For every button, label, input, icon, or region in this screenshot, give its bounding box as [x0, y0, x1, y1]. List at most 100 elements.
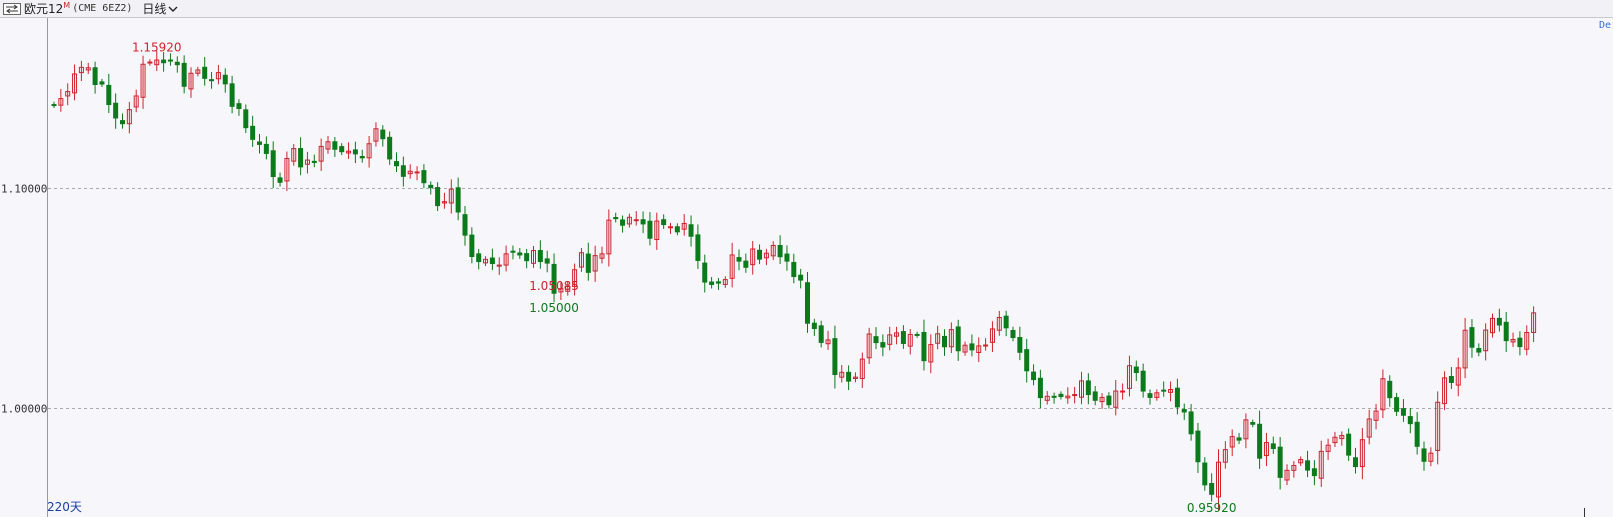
candle: [1058, 391, 1064, 400]
candle: [1222, 441, 1228, 469]
candle-body: [92, 67, 98, 86]
candle-body: [1353, 457, 1358, 468]
candle: [1092, 386, 1098, 406]
y-tick-label: 1.10000: [1, 183, 47, 196]
candle-body: [1133, 366, 1139, 374]
candle-body: [455, 187, 461, 213]
candle-body: [421, 170, 427, 184]
candle: [387, 131, 393, 165]
candle: [428, 181, 434, 195]
candle: [544, 250, 550, 273]
candle-body: [1407, 416, 1413, 425]
candle-body: [270, 150, 276, 178]
candle: [846, 365, 852, 391]
candle-body: [633, 219, 639, 222]
candle: [51, 101, 57, 108]
candle-body: [1188, 411, 1194, 435]
candle: [763, 248, 769, 266]
price-annotation: 1.05085: [529, 279, 579, 293]
candle-body: [757, 249, 763, 260]
candle-body: [1106, 395, 1112, 406]
candle-body: [846, 371, 852, 382]
candle: [291, 144, 297, 166]
candle: [935, 325, 941, 350]
candle: [1524, 325, 1530, 356]
candle: [58, 89, 64, 112]
candle: [859, 352, 865, 388]
candle-body: [743, 260, 749, 268]
candle: [983, 338, 989, 351]
candle: [421, 164, 427, 189]
candle-body: [1277, 446, 1283, 478]
candle-body: [736, 257, 742, 262]
candle: [1469, 319, 1475, 358]
candle: [537, 240, 543, 269]
candle: [1037, 369, 1043, 409]
candle: [1195, 422, 1201, 473]
candle-body: [414, 171, 420, 174]
candle: [325, 136, 331, 154]
candle-body: [1414, 421, 1420, 447]
candle: [1010, 326, 1016, 342]
candle: [1380, 369, 1386, 419]
candle: [825, 330, 831, 350]
candle: [85, 62, 91, 74]
swap-arrows-icon[interactable]: [3, 2, 21, 15]
candle-body: [202, 66, 208, 79]
candle-body: [688, 224, 694, 237]
candle: [743, 253, 749, 273]
candle: [928, 334, 934, 374]
candle: [681, 214, 687, 236]
candle-body: [51, 104, 57, 107]
candle: [229, 75, 235, 114]
candle: [1435, 391, 1441, 465]
candle: [852, 372, 858, 383]
candle: [1236, 432, 1242, 445]
candle-body: [955, 326, 961, 352]
candle: [373, 122, 379, 147]
candle-body: [1476, 348, 1482, 353]
candle: [1353, 447, 1358, 474]
candle: [969, 334, 975, 357]
candle: [798, 268, 804, 289]
candle-body: [1346, 433, 1352, 456]
candle: [318, 138, 324, 171]
candle-body: [113, 102, 119, 119]
candle: [359, 149, 365, 163]
candle: [352, 141, 358, 164]
candle: [1442, 371, 1448, 411]
candle: [1373, 404, 1379, 430]
candle-body: [517, 252, 523, 256]
candle: [113, 93, 119, 129]
candle: [1250, 419, 1256, 428]
candle-body: [250, 125, 256, 140]
candle: [257, 134, 262, 154]
candle-body: [647, 220, 653, 239]
candle: [585, 242, 591, 281]
candle: [1455, 357, 1461, 397]
candle-body: [1469, 327, 1475, 348]
candles: [51, 50, 1537, 511]
candle-body: [798, 274, 804, 281]
candle-body: [805, 282, 810, 324]
candle: [1113, 380, 1119, 416]
period-selector[interactable]: 日线: [142, 0, 178, 17]
candle: [866, 327, 872, 364]
candle-body: [476, 253, 482, 263]
candle-body: [222, 74, 228, 85]
candle: [674, 223, 680, 236]
candle: [818, 320, 824, 348]
candle-body: [702, 262, 708, 283]
candle-body: [880, 342, 886, 348]
candle: [1168, 381, 1174, 402]
candle-body: [818, 325, 824, 343]
instrument-code: (CME 6EZ2): [72, 3, 133, 14]
candle: [750, 241, 756, 275]
candle: [647, 212, 653, 246]
candle-body: [983, 344, 989, 347]
candle-body: [942, 335, 947, 348]
candle-body: [613, 217, 619, 220]
candle: [304, 151, 310, 174]
candle-body: [674, 226, 680, 233]
candle: [955, 319, 961, 361]
